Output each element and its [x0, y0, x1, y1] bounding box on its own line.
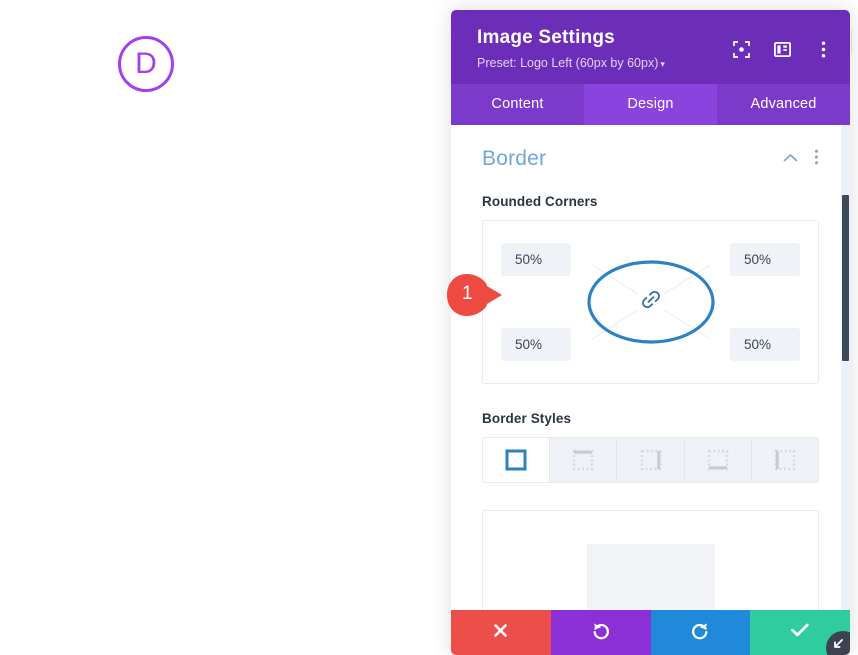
more-options-icon[interactable] [814, 40, 832, 58]
close-x-icon [492, 622, 509, 644]
corner-top-right-input[interactable]: 50% [730, 243, 800, 276]
cancel-button[interactable] [451, 610, 551, 655]
image-settings-panel: Image Settings Preset: Logo Left (60px b… [451, 10, 850, 655]
border-style-left-button[interactable] [751, 438, 818, 482]
more-options-icon[interactable] [814, 149, 819, 170]
redo-icon [690, 620, 710, 645]
border-style-right-button[interactable] [617, 438, 685, 482]
tab-advanced[interactable]: Advanced [717, 84, 850, 125]
undo-icon [591, 620, 611, 645]
focus-target-icon[interactable] [732, 40, 750, 58]
corner-top-left-input[interactable]: 50% [501, 243, 571, 276]
preview-image-placeholder [586, 544, 715, 610]
rounded-corners-control: 50% 50% 50% 50% [482, 220, 819, 384]
divi-logo-letter: D [135, 46, 157, 80]
panel-body: Border Rounded Corners 50% 50% 50% 50% B… [451, 125, 850, 610]
callout-badge-1: 1 [445, 272, 505, 318]
section-title-border: Border [482, 147, 547, 170]
border-styles-label: Border Styles [482, 411, 572, 426]
layout-panel-icon[interactable] [773, 40, 791, 58]
panel-header: Image Settings Preset: Logo Left (60px b… [451, 10, 850, 84]
border-style-top-button[interactable] [550, 438, 618, 482]
border-style-bottom-button[interactable] [684, 438, 752, 482]
panel-footer [451, 610, 850, 655]
tab-content[interactable]: Content [451, 84, 584, 125]
rounded-corners-label: Rounded Corners [482, 194, 598, 209]
tab-design[interactable]: Design [584, 84, 717, 125]
border-section-header: Border [482, 147, 819, 171]
screenshot-canvas: D Image Settings Preset: Logo Left (60px… [0, 0, 858, 655]
checkmark-icon [790, 622, 810, 643]
page-edge-stub [851, 30, 858, 52]
panel-body-inner: Border Rounded Corners 50% 50% 50% 50% B… [451, 125, 850, 610]
callout-badge-number: 1 [462, 283, 473, 304]
link-chain-icon[interactable] [640, 289, 662, 316]
border-styles-group [482, 437, 819, 483]
section-header-icons [783, 149, 819, 170]
panel-scrollbar-thumb[interactable] [842, 195, 849, 361]
preset-label: Preset: Logo Left (60px by 60px) [477, 56, 659, 70]
border-preview-box [482, 510, 819, 610]
chevron-up-icon[interactable] [783, 150, 798, 168]
panel-scrollbar-track[interactable] [841, 125, 850, 610]
chevron-down-icon: ▾ [660, 59, 665, 69]
panel-tabs: Content Design Advanced [451, 84, 850, 125]
corner-bottom-left-input[interactable]: 50% [501, 328, 571, 361]
redo-button[interactable] [650, 610, 751, 655]
border-style-all-button[interactable] [483, 438, 551, 482]
divi-logo[interactable]: D [118, 36, 174, 92]
corner-bottom-right-input[interactable]: 50% [730, 328, 800, 361]
undo-button[interactable] [550, 610, 651, 655]
header-icon-group [732, 40, 832, 58]
